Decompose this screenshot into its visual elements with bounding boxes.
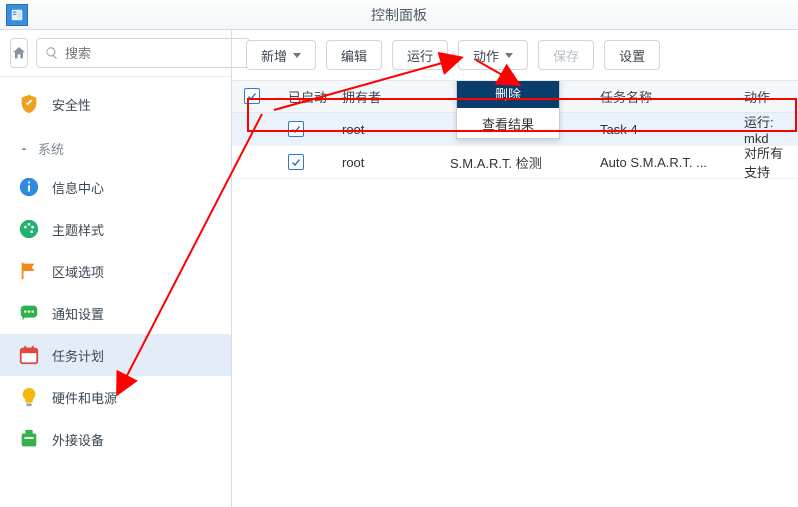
info-icon	[18, 176, 40, 198]
sidebar: 安全性 系统 信息中心 主题样式 区域选项 通知设置	[0, 30, 232, 507]
sidebar-item-label: 任务计划	[52, 346, 104, 365]
row-enabled-checkbox[interactable]	[288, 154, 304, 170]
sidebar-item-security[interactable]: 安全性	[0, 83, 231, 125]
cell-name: Task 4	[600, 122, 744, 137]
search-box[interactable]	[36, 38, 250, 68]
col-owner[interactable]: 拥有者	[342, 87, 450, 106]
task-grid: 已启动 拥有者 任务名称 动作 root Task 4 运行: mkd root…	[232, 81, 798, 507]
dropdown-delete-label: 删除	[495, 84, 521, 103]
search-icon	[45, 46, 59, 60]
col-task-name[interactable]: 任务名称	[600, 87, 744, 106]
flag-icon	[18, 260, 40, 282]
cell-owner: root	[342, 155, 450, 170]
settings-button[interactable]: 设置	[604, 40, 660, 70]
sidebar-item-theme[interactable]: 主题样式	[0, 208, 231, 250]
app-icon	[6, 4, 28, 26]
sidebar-item-label: 外接设备	[52, 430, 104, 449]
sidebar-item-label: 信息中心	[52, 178, 104, 197]
col-action[interactable]: 动作	[744, 87, 786, 106]
sidebar-item-info[interactable]: 信息中心	[0, 166, 231, 208]
col-enabled[interactable]: 已启动	[288, 87, 342, 106]
chevron-up-icon	[18, 143, 30, 155]
action-label: 动作	[473, 46, 499, 65]
settings-label: 设置	[619, 46, 645, 65]
cell-action: 运行: mkd	[744, 112, 786, 146]
save-label: 保存	[553, 46, 579, 65]
action-dropdown: 删除 查看结果	[456, 81, 560, 139]
sidebar-item-task-scheduler[interactable]: 任务计划	[0, 334, 231, 376]
sidebar-item-external[interactable]: 外接设备	[0, 418, 231, 460]
sidebar-item-notification[interactable]: 通知设置	[0, 292, 231, 334]
titlebar: 控制面板	[0, 0, 798, 30]
row-enabled-checkbox[interactable]	[288, 121, 304, 137]
sidebar-item-label: 主题样式	[52, 220, 104, 239]
add-label: 新增	[261, 46, 287, 65]
add-button[interactable]: 新增	[246, 40, 316, 70]
cell-action: 对所有支持	[744, 143, 786, 181]
calendar-icon	[18, 344, 40, 366]
run-label: 运行	[407, 46, 433, 65]
table-row[interactable]: root S.M.A.R.T. 检测 Auto S.M.A.R.T. ... 对…	[232, 146, 798, 179]
action-button[interactable]: 动作	[458, 40, 528, 70]
window-title: 控制面板	[371, 5, 427, 25]
sidebar-item-label: 硬件和电源	[52, 388, 117, 407]
toolbar: 新增 编辑 运行 动作 保存 设置	[232, 30, 798, 81]
nav: 安全性 系统 信息中心 主题样式 区域选项 通知设置	[0, 77, 231, 460]
sidebar-item-label: 通知设置	[52, 304, 104, 323]
sidebar-item-region[interactable]: 区域选项	[0, 250, 231, 292]
chat-icon	[18, 302, 40, 324]
cell-owner: root	[342, 122, 450, 137]
dropdown-view-result-label: 查看结果	[482, 114, 534, 133]
save-button[interactable]: 保存	[538, 40, 594, 70]
home-button[interactable]	[10, 38, 28, 68]
cell-type: S.M.A.R.T. 检测	[450, 153, 600, 172]
nav-group-system[interactable]: 系统	[0, 125, 231, 166]
edit-button[interactable]: 编辑	[326, 40, 382, 70]
edit-label: 编辑	[341, 46, 367, 65]
caret-down-icon	[293, 53, 301, 58]
dropdown-delete[interactable]: 删除	[457, 81, 559, 108]
bulb-icon	[18, 386, 40, 408]
search-input[interactable]	[65, 46, 241, 61]
device-icon	[18, 428, 40, 450]
main: 新增 编辑 运行 动作 保存 设置 已启动 拥有者 任务名称 动作 root T…	[232, 30, 798, 507]
dropdown-view-result[interactable]: 查看结果	[457, 108, 559, 138]
sidebar-item-label: 区域选项	[52, 262, 104, 281]
nav-group-label: 系统	[38, 139, 64, 158]
run-button[interactable]: 运行	[392, 40, 448, 70]
cell-name: Auto S.M.A.R.T. ...	[600, 155, 744, 170]
palette-icon	[18, 218, 40, 240]
select-all-checkbox[interactable]	[244, 88, 260, 104]
shield-icon	[18, 93, 40, 115]
sidebar-item-label: 安全性	[52, 95, 91, 114]
sidebar-item-hardware[interactable]: 硬件和电源	[0, 376, 231, 418]
caret-down-icon	[505, 53, 513, 58]
home-icon	[11, 45, 27, 61]
